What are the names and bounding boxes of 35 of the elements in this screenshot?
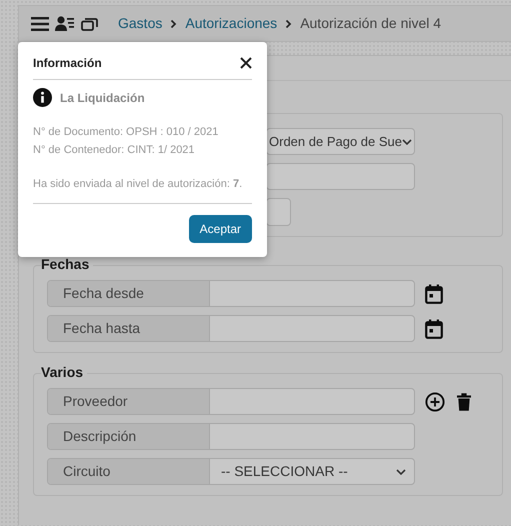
field-label: Circuito — [48, 459, 210, 484]
caret-icon — [396, 468, 406, 476]
windows-icon[interactable] — [81, 16, 98, 30]
add-icon[interactable] — [425, 392, 445, 412]
trash-icon[interactable] — [457, 392, 471, 412]
info-icon — [33, 88, 52, 107]
dialog-heading: La Liquidación — [60, 90, 145, 106]
dialog-message: Ha sido enviada al nivel de autorización: 7. — [33, 177, 244, 192]
breadcrumb-link[interactable]: Gastos — [118, 13, 162, 34]
accept-button[interactable]: Aceptar — [188, 215, 252, 243]
dialog-title: Información — [33, 55, 102, 72]
calendar-icon[interactable] — [425, 318, 443, 338]
input-field[interactable]: Descripción — [47, 423, 415, 450]
input-field[interactable]: Fecha hasta — [47, 315, 415, 342]
select-field[interactable]: Orden de Pago de Sue — [266, 128, 415, 155]
breadcrumb-current: Autorización de nivel 4 — [300, 14, 442, 33]
user-list-icon[interactable] — [55, 16, 75, 31]
field-label: Descripción — [48, 424, 210, 449]
close-icon[interactable] — [240, 57, 252, 69]
calendar-icon[interactable] — [425, 284, 443, 304]
field-label: Fecha hasta — [48, 316, 210, 341]
select-field[interactable]: Circuito -- SELECCIONAR -- — [47, 458, 415, 485]
text-field[interactable] — [266, 163, 415, 190]
input-field[interactable]: Proveedor — [47, 388, 415, 415]
breadcrumb-link[interactable]: Autorizaciones — [185, 13, 278, 34]
field-label: Proveedor — [48, 389, 210, 414]
dialog-text: N° de Documento: OPSH : 010 / 2021 — [33, 125, 220, 140]
dialog-text: N° de Contenedor: CINT: 1/ 2021 — [33, 143, 196, 158]
caret-icon — [402, 138, 412, 146]
chevron-icon — [170, 18, 178, 28]
input-field[interactable]: Fecha desde — [47, 280, 415, 307]
chevron-icon — [285, 18, 292, 28]
menu-icon[interactable] — [31, 16, 49, 30]
text-field[interactable] — [266, 198, 291, 226]
field-label: Fecha desde — [48, 281, 210, 306]
